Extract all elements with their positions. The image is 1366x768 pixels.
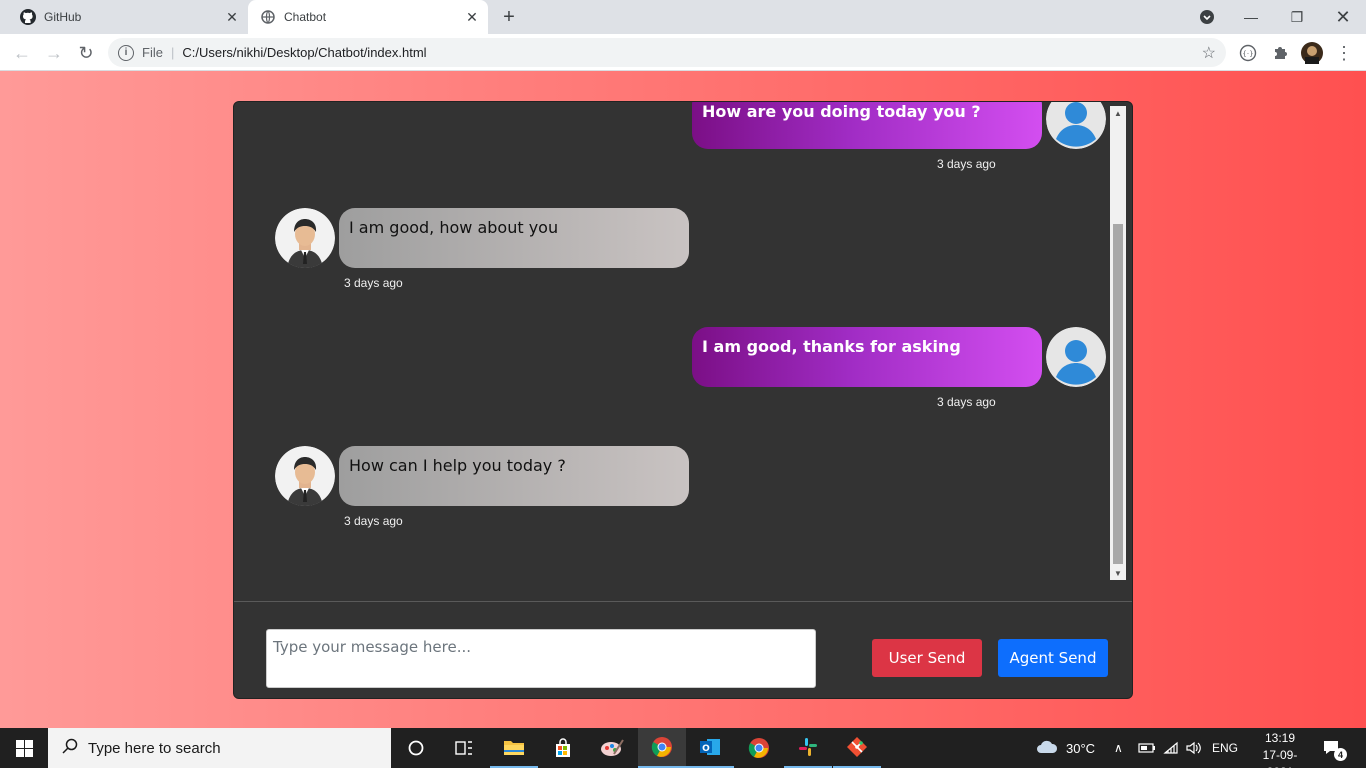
message-input[interactable]: Type your message here... — [266, 629, 816, 688]
chrome-profile-icon[interactable] — [735, 728, 783, 768]
agent-send-button[interactable]: Agent Send — [998, 639, 1108, 677]
chat-scrollbar[interactable]: ▲ ▼ — [1110, 106, 1126, 580]
scroll-down-icon[interactable]: ▼ — [1110, 566, 1126, 580]
user-send-button[interactable]: User Send — [872, 639, 982, 677]
file-explorer-icon[interactable] — [490, 728, 538, 768]
address-url[interactable]: C:/Users/nikhi/Desktop/Chatbot/index.htm… — [182, 45, 1201, 60]
weather-temperature: 30°C — [1066, 740, 1096, 756]
new-tab-button[interactable]: + — [498, 6, 520, 28]
address-separator: | — [170, 45, 175, 60]
agent-message-bubble: How can I help you today ? — [339, 446, 689, 506]
globe-icon — [260, 9, 276, 25]
windows-taskbar: Type here to search O 30°C ∧ ENG 13:19 1… — [0, 728, 1366, 768]
close-icon[interactable]: ✕ — [222, 7, 242, 27]
outlook-icon[interactable]: O — [686, 728, 734, 768]
chat-divider — [234, 601, 1132, 602]
message-timestamp: 3 days ago — [344, 514, 403, 528]
task-view-icon[interactable] — [440, 728, 488, 768]
user-avatar — [1046, 327, 1106, 387]
language-indicator[interactable]: ENG — [1212, 728, 1238, 768]
message-timestamp: 3 days ago — [344, 276, 403, 290]
search-icon — [62, 738, 78, 759]
svg-text:{·}: {·} — [1242, 50, 1253, 58]
github-icon — [20, 9, 36, 25]
notification-count: 4 — [1334, 748, 1347, 761]
clock-time: 13:19 — [1264, 731, 1296, 745]
wifi-icon[interactable] — [1163, 728, 1179, 768]
taskbar-search-box[interactable]: Type here to search — [48, 728, 391, 768]
puzzle-icon[interactable] — [1269, 42, 1291, 64]
message-timestamp: 3 days ago — [937, 395, 996, 409]
scroll-up-icon[interactable]: ▲ — [1110, 106, 1126, 120]
battery-icon[interactable] — [1138, 728, 1156, 768]
address-bar[interactable]: i File | C:/Users/nikhi/Desktop/Chatbot/… — [108, 38, 1226, 67]
chat-container: How are you doing today you ? 3 days ago… — [233, 101, 1133, 699]
menu-kebab-icon[interactable]: ⋮ — [1333, 42, 1355, 64]
windows-start-icon[interactable] — [0, 728, 48, 768]
restore-icon[interactable]: ❐ — [1274, 0, 1320, 34]
bookmark-star-icon[interactable]: ☆ — [1202, 43, 1216, 63]
scrollbar-thumb[interactable] — [1113, 224, 1123, 564]
volume-icon[interactable] — [1186, 728, 1202, 768]
browser-tab-bar: GitHub ✕ Chatbot ✕ + — ❐ ✕ — [0, 0, 1366, 34]
window-close-icon[interactable]: ✕ — [1320, 0, 1366, 34]
tab-label: GitHub — [44, 10, 82, 24]
info-icon[interactable]: i — [118, 44, 134, 61]
agent-avatar — [275, 446, 335, 506]
svg-text:O: O — [702, 744, 710, 754]
agent-message-bubble: I am good, how about you — [339, 208, 689, 268]
page-background: How are you doing today you ? 3 days ago… — [0, 71, 1366, 728]
chat-messages-area[interactable]: How are you doing today you ? 3 days ago… — [234, 102, 1132, 601]
message-text: I am good, how about you — [349, 218, 559, 237]
address-scheme: File — [142, 45, 163, 60]
notification-center-icon[interactable]: 4 — [1322, 728, 1347, 768]
back-arrow-icon[interactable]: ← — [8, 39, 36, 67]
tab-github[interactable]: GitHub ✕ — [8, 0, 248, 34]
message-input-placeholder: Type your message here... — [273, 638, 472, 656]
taskbar-clock[interactable]: 13:19 17-09-2021 — [1252, 730, 1308, 768]
user-message-bubble: How are you doing today you ? — [692, 102, 1042, 149]
microsoft-store-icon[interactable] — [539, 728, 587, 768]
tab-search-icon[interactable] — [1184, 0, 1230, 34]
weather-widget[interactable]: 30°C — [1036, 728, 1095, 768]
git-icon[interactable] — [833, 728, 881, 768]
tab-chatbot[interactable]: Chatbot ✕ — [248, 0, 488, 34]
message-text: I am good, thanks for asking — [702, 337, 961, 356]
user-message-bubble: I am good, thanks for asking — [692, 327, 1042, 387]
reload-icon[interactable]: ↻ — [72, 39, 100, 67]
paint-icon[interactable] — [588, 728, 636, 768]
clock-date: 17-09-2021 — [1262, 748, 1298, 768]
cloud-icon — [1036, 739, 1058, 758]
extension-icon[interactable]: {·} — [1237, 42, 1259, 64]
slack-icon[interactable] — [784, 728, 832, 768]
message-text: How are you doing today you ? — [702, 102, 981, 121]
profile-avatar[interactable] — [1301, 42, 1323, 64]
browser-toolbar: ← → ↻ i File | C:/Users/nikhi/Desktop/Ch… — [0, 34, 1366, 71]
close-icon[interactable]: ✕ — [462, 7, 482, 27]
user-avatar — [1046, 102, 1106, 149]
forward-arrow-icon[interactable]: → — [40, 39, 68, 67]
minimize-icon[interactable]: — — [1228, 0, 1274, 34]
chevron-up-icon[interactable]: ∧ — [1114, 728, 1123, 768]
chrome-taskbar-icon[interactable] — [638, 728, 686, 768]
message-text: How can I help you today ? — [349, 456, 566, 475]
agent-avatar — [275, 208, 335, 268]
cortana-icon[interactable] — [392, 728, 440, 768]
tab-label: Chatbot — [284, 10, 327, 24]
message-timestamp: 3 days ago — [937, 157, 996, 171]
taskbar-search-placeholder: Type here to search — [88, 739, 221, 757]
